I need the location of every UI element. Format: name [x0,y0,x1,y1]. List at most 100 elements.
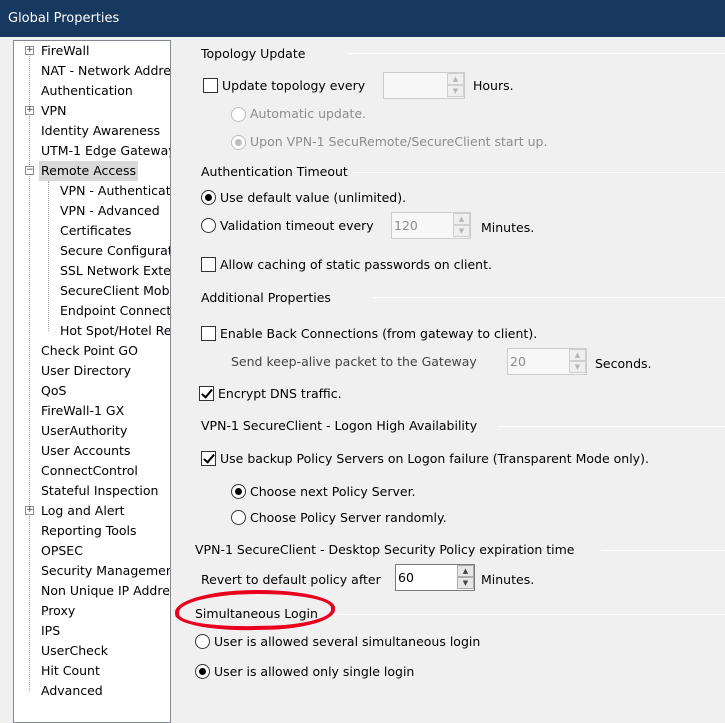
tree-item-remote-access[interactable]: − Remote Access [24,161,138,181]
spin-up-icon[interactable]: ▲ [457,565,474,577]
tree-item-usercheck[interactable]: UserCheck [39,641,110,661]
tree-item-nat[interactable]: NAT - Network Address Translation [39,61,171,81]
tree-item-label: Reporting Tools [41,523,137,538]
several-login-label: User is allowed several simultaneous log… [214,634,481,649]
backup-policy-checkbox[interactable] [201,451,216,466]
validation-timeout-radio[interactable] [201,218,216,233]
category-tree[interactable]: + FireWall NAT - Network Address Transla… [13,40,171,723]
tree-item-identity-awareness[interactable]: Identity Awareness [39,121,162,141]
tree-item-ips[interactable]: IPS [39,621,62,641]
spin-up-icon[interactable]: ▲ [447,73,464,85]
tree-item-secure-config[interactable]: Secure Configuration Verification (SCV) [58,241,170,261]
expand-icon[interactable]: + [25,46,34,55]
revert-policy-spinner[interactable]: 60 ▲ ▼ [395,564,475,591]
startup-update-label: Upon VPN-1 SecuRemote/SecureClient start… [250,134,548,149]
tree-item-label: Certificates [60,223,132,238]
section-divider [347,53,725,54]
single-login-radio[interactable] [195,664,210,679]
tree-item-label: Endpoint Connect [60,303,171,318]
tree-item-label: VPN [41,103,67,118]
validation-timeout-unit: Minutes. [481,220,535,235]
startup-update-radio[interactable] [231,135,246,150]
tree-item-userauthority[interactable]: UserAuthority [39,421,129,441]
tree-item-advanced[interactable]: Advanced [39,681,105,701]
tree-item-label: Secure Configuration Verification (SCV) [60,243,170,258]
encrypt-dns-label: Encrypt DNS traffic. [218,386,342,401]
next-policy-server-radio[interactable] [231,484,246,499]
tree-item-vpn-advanced[interactable]: VPN - Advanced [58,201,162,221]
tree-item-label: UTM-1 Edge Gateway [41,143,171,158]
tree-item-label: VPN - Advanced [60,203,160,218]
tree-item-label: Security Management Access [41,563,171,578]
keepalive-spinner[interactable]: 20 ▲ ▼ [507,348,587,375]
tree-item-utm-edge[interactable]: UTM-1 Edge Gateway [39,141,171,161]
tree-item-opsec[interactable]: OPSEC [39,541,85,561]
default-timeout-label: Use default value (unlimited). [220,190,407,205]
tree-item-non-unique-ip[interactable]: Non Unique IP Address Ranges [39,581,170,601]
tree-item-label: Identity Awareness [41,123,161,138]
section-divider [498,426,725,427]
spin-down-icon[interactable]: ▼ [447,85,464,97]
tree-item-certificates[interactable]: Certificates [58,221,133,241]
tree-item-label: Hit Count [41,663,100,678]
desktop-policy-section-title: VPN-1 SecureClient - Desktop Security Po… [195,542,575,557]
topology-interval-spinner[interactable]: ▲ ▼ [383,72,465,99]
tree-item-security-mgmt[interactable]: Security Management Access [39,561,171,581]
tree-item-label: User Directory [41,363,132,378]
allow-caching-checkbox[interactable] [201,257,216,272]
tree-item-hotspot[interactable]: Hot Spot/Hotel Registration [58,321,171,341]
random-policy-server-radio[interactable] [231,510,246,525]
several-login-radio[interactable] [195,634,210,649]
spin-down-icon[interactable]: ▼ [453,225,470,237]
collapse-icon[interactable]: − [25,166,34,175]
tree-item-hit-count[interactable]: Hit Count [39,661,102,681]
tree-item-log-alert[interactable]: + Log and Alert [24,501,127,521]
tree-item-connectcontrol[interactable]: ConnectControl [39,461,140,481]
tree-item-qos[interactable]: QoS [39,381,68,401]
tree-item-authentication[interactable]: Authentication [39,81,135,101]
single-login-label: User is allowed only single login [214,664,415,679]
spin-up-icon[interactable]: ▲ [569,349,586,361]
tree-item-firewall-gx[interactable]: FireWall-1 GX [39,401,126,421]
random-policy-server-label: Choose Policy Server randomly. [250,510,447,525]
spin-down-icon[interactable]: ▼ [569,361,586,373]
encrypt-dns-checkbox[interactable] [199,386,214,401]
tree-item-label: FireWall [41,43,90,58]
revert-policy-unit: Minutes. [481,572,535,587]
tree-connector [29,51,30,691]
tree-item-vpn[interactable]: + VPN [24,101,68,121]
spin-up-icon[interactable]: ▲ [453,213,470,225]
tree-item-secureclient-mobile[interactable]: SecureClient Mobile [58,281,170,301]
tree-item-label: Remote Access [39,161,138,181]
allow-caching-label: Allow caching of static passwords on cli… [220,257,492,272]
tree-item-label: NAT - Network Address Translation [41,63,171,78]
tree-item-label: FireWall-1 GX [41,403,125,418]
additional-section-title: Additional Properties [201,290,331,305]
validation-timeout-spinner[interactable]: 120 ▲ ▼ [391,212,471,239]
back-connections-checkbox[interactable] [201,326,216,341]
tree-item-user-accounts[interactable]: User Accounts [39,441,132,461]
title-bar: Global Properties [0,0,725,37]
update-topology-checkbox[interactable] [203,78,218,93]
tree-item-label: Hot Spot/Hotel Registration [60,323,171,338]
tree-item-vpn-auth-encryption[interactable]: VPN - Authentication and Encryption [58,181,170,201]
tree-item-firewall[interactable]: + FireWall [24,41,91,61]
tree-item-ssl-extender[interactable]: SSL Network Extender [58,261,170,281]
tree-item-label: QoS [41,383,67,398]
automatic-update-label: Automatic update. [250,106,367,121]
tree-item-user-directory[interactable]: User Directory [39,361,133,381]
automatic-update-radio[interactable] [231,107,246,122]
backup-policy-label: Use backup Policy Servers on Logon failu… [220,451,649,466]
tree-item-label: IPS [41,623,61,638]
expand-icon[interactable]: + [25,506,34,515]
tree-item-reporting-tools[interactable]: Reporting Tools [39,521,139,541]
spin-down-icon[interactable]: ▼ [457,577,474,589]
expand-icon[interactable]: + [25,106,34,115]
tree-item-check-point-go[interactable]: Check Point GO [39,341,140,361]
tree-item-stateful-inspection[interactable]: Stateful Inspection [39,481,160,501]
tree-item-endpoint-connect[interactable]: Endpoint Connect [58,301,171,321]
validation-timeout-value: 120 [394,218,418,233]
default-timeout-radio[interactable] [201,190,216,205]
topology-section-title: Topology Update [201,46,306,61]
tree-item-proxy[interactable]: Proxy [39,601,77,621]
